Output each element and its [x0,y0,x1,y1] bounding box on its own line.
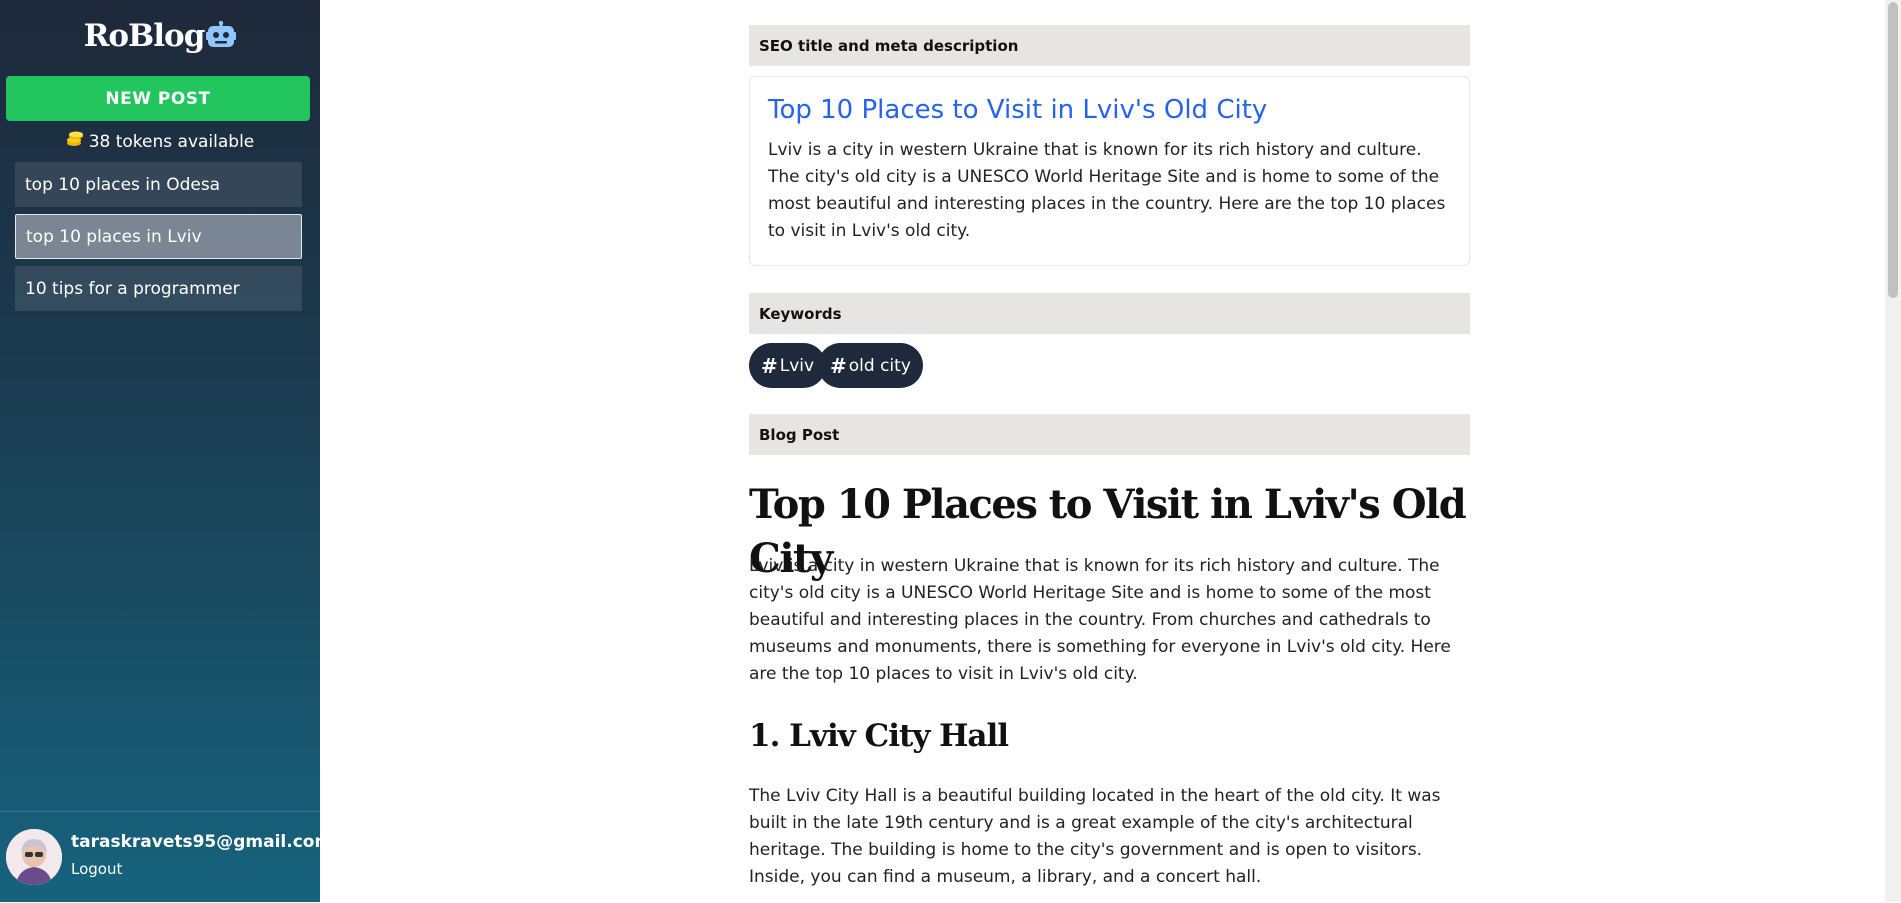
logout-link[interactable]: Logout [71,860,122,878]
blog-post-section-header: Blog Post [749,414,1470,455]
post-section-paragraph: The Lviv City Hall is a beautiful buildi… [749,786,1441,887]
hash-icon: # [761,353,778,378]
main-content: SEO title and meta description Top 10 Pl… [320,0,1900,902]
seo-description: Lviv is a city in western Ukraine that i… [768,140,1446,241]
post-section-heading: 1. Lviv City Hall [749,718,1009,754]
tokens-available[interactable]: 38 tokens available [0,131,320,152]
tokens-label: 38 tokens available [88,132,255,152]
logo-text: RoBlog [83,18,206,54]
seo-title[interactable]: Top 10 Places to Visit in Lviv's Old Cit… [768,93,1451,127]
sidebar: RoBlog NEW POST 38 tokens available top … [0,0,332,903]
scrollbar-thumb[interactable] [1888,2,1898,298]
keyword-label: old city [848,355,911,376]
hash-icon: # [830,353,847,378]
new-post-button[interactable]: NEW POST [6,76,310,121]
keywords-section-header: Keywords [749,293,1470,334]
keyword-tag[interactable]: # Lviv [749,343,827,388]
app-logo[interactable]: RoBlog [0,18,320,54]
post-intro-paragraph: Lviv is a city in western Ukraine that i… [749,556,1451,684]
seo-section-header: SEO title and meta description [749,25,1470,66]
robot-icon [206,20,237,49]
keyword-tag[interactable]: # old city [818,343,923,388]
user-email: taraskravets95@gmail.com [71,832,333,852]
seo-card: Top 10 Places to Visit in Lviv's Old Cit… [749,76,1470,266]
page-scrollbar[interactable] [1885,0,1901,902]
coins-icon [66,131,84,152]
avatar [6,829,62,885]
keyword-label: Lviv [779,355,815,376]
sidebar-post-item-active[interactable]: top 10 places in Lviv [15,214,302,259]
sidebar-post-item[interactable]: top 10 places in Odesa [15,162,302,207]
user-panel: taraskravets95@gmail.com Logout [0,811,332,903]
sidebar-post-item[interactable]: 10 tips for a programmer [15,266,302,311]
